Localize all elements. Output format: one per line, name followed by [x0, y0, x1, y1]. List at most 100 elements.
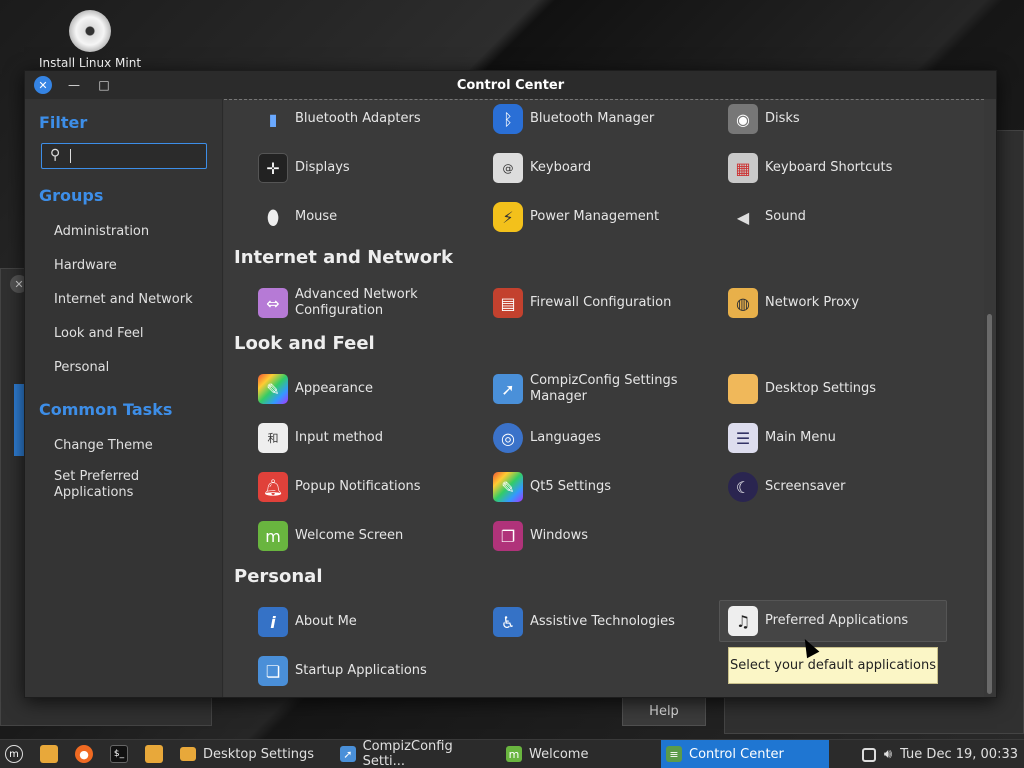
- applet-compizconfig[interactable]: ➚ CompizConfig Settings Manager: [493, 369, 721, 409]
- task-set-preferred-applications[interactable]: Set Preferred Applications: [54, 469, 164, 501]
- close-icon[interactable]: ✕: [34, 76, 52, 94]
- applet-displays[interactable]: ✛ Displays: [258, 148, 486, 188]
- applet-disks[interactable]: ◉ Disks: [728, 99, 956, 139]
- control-center-window: ✕ — □ Control Center Filter ⚲ Groups Adm…: [24, 70, 997, 698]
- search-input[interactable]: ⚲: [41, 143, 207, 169]
- keyboard-icon: @: [493, 153, 523, 183]
- titlebar: ✕ — □ Control Center: [25, 71, 996, 99]
- info-icon: i: [258, 607, 288, 637]
- power-icon: ⚡: [493, 202, 523, 232]
- applet-popup-notifications[interactable]: 🔔︎ Popup Notifications: [258, 467, 486, 507]
- applet-bluetooth-manager[interactable]: ᛒ Bluetooth Manager: [493, 99, 721, 139]
- applet-sound[interactable]: ◀ Sound: [728, 197, 956, 237]
- applet-power-management[interactable]: ⚡ Power Management: [493, 197, 721, 237]
- desktop-icon-label: Install Linux Mint: [38, 56, 142, 70]
- firefox-icon: ●: [75, 745, 93, 763]
- applet-screensaver[interactable]: ☾ Screensaver: [728, 467, 956, 507]
- applet-languages[interactable]: ◎ Languages: [493, 418, 721, 458]
- disk-icon: ◉: [728, 104, 758, 134]
- section-title-look: Look and Feel: [234, 333, 375, 354]
- task-control-center[interactable]: ≡ Control Center: [661, 739, 829, 768]
- preferred-apps-icon: ♫: [728, 606, 758, 636]
- startup-icon: ❏: [258, 656, 288, 686]
- tooltip: Select your default applications: [728, 647, 938, 684]
- window-title: Control Center: [456, 77, 565, 93]
- clock[interactable]: Tue Dec 19, 00:33: [900, 747, 1018, 762]
- moon-icon: ☾: [728, 472, 758, 502]
- applet-network-proxy[interactable]: ◍ Network Proxy: [728, 283, 956, 323]
- applets-panel: ▮ Bluetooth Adapters ᛒ Bluetooth Manager…: [224, 99, 984, 697]
- task-compizconfig[interactable]: ➚ CompizConfig Setti...: [335, 739, 501, 768]
- control-center-icon: ≡: [666, 746, 682, 762]
- applet-welcome-screen[interactable]: m Welcome Screen: [258, 516, 486, 556]
- sidebar-item-personal[interactable]: Personal: [54, 360, 214, 376]
- applet-firewall[interactable]: ▤ Firewall Configuration: [493, 283, 721, 323]
- minimize-icon[interactable]: —: [65, 76, 83, 94]
- bluetooth-adapter-icon: ▮: [268, 109, 278, 129]
- windows-stack-icon: ❐: [493, 521, 523, 551]
- taskbar: m ● $_ Desktop Settings ➚ CompizConfig Se…: [0, 739, 1024, 768]
- accessibility-icon: ♿︎: [493, 607, 523, 637]
- firewall-icon: ▤: [493, 288, 523, 318]
- filter-heading: Filter: [39, 113, 88, 132]
- compiz-icon: ➚: [340, 746, 356, 762]
- applet-mouse[interactable]: ⬮ Mouse: [258, 197, 486, 237]
- sidebar-item-look-and-feel[interactable]: Look and Feel: [54, 326, 214, 342]
- folder-icon: [180, 747, 196, 761]
- applet-advanced-network[interactable]: ⇔ Advanced Network Configuration: [258, 283, 486, 323]
- applet-keyboard[interactable]: @ Keyboard: [493, 148, 721, 188]
- applet-startup-applications[interactable]: ❏ Startup Applications: [258, 651, 486, 691]
- launcher-terminal[interactable]: $_: [105, 740, 140, 768]
- folder-globe-icon: ◍: [728, 288, 758, 318]
- mint-logo-icon: m: [258, 521, 288, 551]
- applet-about-me[interactable]: i About Me: [258, 602, 486, 642]
- launcher-files[interactable]: [35, 740, 70, 768]
- globe-icon: ◎: [493, 423, 523, 453]
- applet-windows[interactable]: ❐ Windows: [493, 516, 721, 556]
- workspace-icon[interactable]: [861, 747, 876, 762]
- applet-assistive-technologies[interactable]: ♿︎ Assistive Technologies: [493, 602, 721, 642]
- desktop-icon-install[interactable]: Install Linux Mint: [30, 10, 150, 70]
- volume-icon[interactable]: 🔊︎: [884, 747, 892, 762]
- keyboard-shortcuts-icon: ▦: [728, 153, 758, 183]
- desktop-folder-icon: [728, 374, 758, 404]
- sidebar-item-internet[interactable]: Internet and Network: [54, 292, 214, 308]
- applet-input-method[interactable]: 和 Input method: [258, 418, 486, 458]
- common-tasks-heading: Common Tasks: [39, 400, 173, 419]
- disc-icon: [69, 10, 111, 52]
- help-button[interactable]: Help: [622, 696, 706, 726]
- scrollbar-thumb[interactable]: [987, 314, 992, 694]
- maximize-icon[interactable]: □: [95, 76, 113, 94]
- mint-menu-icon: m: [5, 745, 23, 763]
- displays-icon: ✛: [258, 153, 288, 183]
- mint-logo-icon: m: [506, 746, 522, 762]
- compiz-cursor-icon: ➚: [493, 374, 523, 404]
- input-method-icon: 和: [258, 423, 288, 453]
- folder-icon: [40, 745, 58, 763]
- applet-keyboard-shortcuts[interactable]: ▦ Keyboard Shortcuts: [728, 148, 956, 188]
- applet-qt5-settings[interactable]: ✎ Qt5 Settings: [493, 467, 721, 507]
- task-welcome[interactable]: m Welcome: [501, 740, 661, 768]
- sidebar-item-hardware[interactable]: Hardware: [54, 258, 214, 274]
- applet-desktop-settings[interactable]: Desktop Settings: [728, 369, 956, 409]
- section-title-internet: Internet and Network: [234, 247, 453, 268]
- launcher-folder[interactable]: [140, 740, 175, 768]
- task-desktop-settings[interactable]: Desktop Settings: [175, 740, 335, 768]
- bell-icon: 🔔︎: [258, 472, 288, 502]
- search-icon: ⚲: [50, 147, 61, 163]
- applet-preferred-applications[interactable]: ♫ Preferred Applications: [719, 600, 947, 642]
- scrollbar[interactable]: [984, 99, 996, 697]
- terminal-icon: $_: [110, 745, 128, 763]
- applet-main-menu[interactable]: ☰ Main Menu: [728, 418, 956, 458]
- applet-appearance[interactable]: ✎ Appearance: [258, 369, 486, 409]
- speaker-icon: ◀: [736, 207, 750, 227]
- qt-paintbrush-icon: ✎: [493, 472, 523, 502]
- task-change-theme[interactable]: Change Theme: [54, 438, 214, 454]
- launcher-firefox[interactable]: ●: [70, 740, 105, 768]
- groups-heading: Groups: [39, 186, 104, 205]
- section-title-personal: Personal: [234, 566, 323, 587]
- applet-bluetooth-adapters[interactable]: ▮ Bluetooth Adapters: [258, 99, 486, 139]
- menu-button[interactable]: m: [0, 740, 35, 768]
- paintbrush-icon: ✎: [258, 374, 288, 404]
- sidebar-item-administration[interactable]: Administration: [54, 224, 214, 240]
